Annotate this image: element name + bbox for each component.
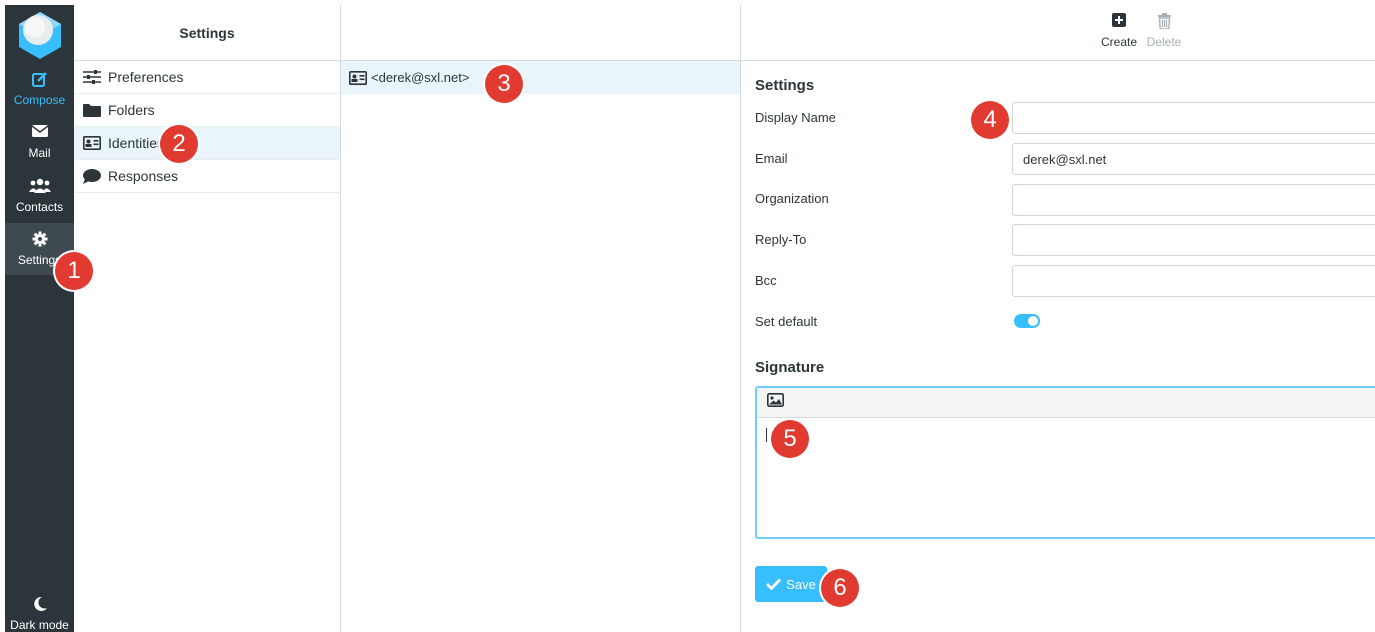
text-caret (766, 428, 767, 442)
insert-image-icon[interactable] (767, 393, 784, 412)
users-icon (5, 178, 74, 198)
organization-label: Organization (755, 191, 829, 206)
nav-compose-label: Compose (13, 93, 66, 107)
reply-to-input[interactable] (1012, 224, 1375, 256)
signature-text-area[interactable] (757, 418, 1375, 536)
settings-item-folders[interactable]: Folders (74, 94, 340, 127)
step-marker-5: 5 (771, 420, 809, 458)
step-marker-4: 4 (971, 101, 1009, 139)
settings-list-panel: Settings Preferences Folders Identities … (74, 5, 341, 632)
save-label: Save (786, 576, 816, 592)
settings-list-title: Settings (74, 5, 340, 61)
organization-input[interactable] (1012, 184, 1375, 216)
app-logo[interactable] (15, 9, 65, 59)
identity-editor-panel: Create Delete Settings Display Name Emai… (741, 5, 1375, 632)
create-button[interactable]: Create (1099, 13, 1139, 49)
identity-row[interactable]: <derek@sxl.net> (341, 61, 740, 94)
signature-editor (755, 386, 1375, 539)
reply-to-label: Reply-To (755, 232, 807, 247)
form-section-title: Settings (755, 77, 815, 94)
settings-item-label: Preferences (108, 69, 184, 85)
settings-item-label: Folders (108, 102, 155, 118)
folder-icon (82, 103, 102, 117)
moon-icon (5, 596, 74, 616)
nav-mail[interactable]: Mail (5, 116, 74, 168)
nav-contacts[interactable]: Contacts (5, 170, 74, 222)
delete-button[interactable]: Delete (1144, 13, 1184, 49)
dark-mode-toggle[interactable]: Dark mode (5, 588, 74, 632)
envelope-icon (5, 124, 74, 144)
nav-contacts-label: Contacts (15, 200, 64, 214)
plus-square-icon (1099, 13, 1139, 35)
settings-item-preferences[interactable]: Preferences (74, 61, 340, 94)
settings-item-label: Identities (108, 135, 165, 151)
step-marker-3: 3 (485, 65, 523, 103)
set-default-toggle[interactable] (1014, 314, 1040, 328)
main-nav: Compose Mail Contacts Settings Dark mode (5, 5, 74, 632)
nav-mail-label: Mail (28, 146, 51, 160)
display-name-input[interactable] (1012, 102, 1375, 134)
settings-item-responses[interactable]: Responses (74, 160, 340, 193)
gear-icon (5, 231, 74, 251)
signature-title: Signature (755, 359, 825, 376)
settings-item-identities[interactable]: Identities (74, 127, 340, 160)
step-marker-2: 2 (160, 125, 198, 163)
bcc-label: Bcc (755, 273, 777, 288)
id-card-icon (349, 70, 367, 85)
display-name-label: Display Name (755, 110, 836, 125)
bcc-input[interactable] (1012, 265, 1375, 297)
identity-label: <derek@sxl.net> (371, 70, 470, 85)
trash-icon (1144, 13, 1184, 35)
email-input[interactable] (1012, 143, 1375, 175)
create-label: Create (1100, 35, 1138, 49)
identities-list-header (341, 5, 740, 61)
dark-mode-label: Dark mode (10, 618, 69, 632)
toolbar: Create Delete (741, 5, 1375, 61)
sliders-icon (82, 70, 102, 84)
step-marker-6: 6 (821, 569, 859, 607)
compose-icon (5, 71, 74, 91)
id-card-icon (82, 136, 102, 150)
settings-item-label: Responses (108, 168, 179, 184)
identities-list-panel: <derek@sxl.net> (341, 5, 741, 632)
save-button[interactable]: Save (755, 566, 827, 602)
signature-editor-toolbar (757, 388, 1375, 418)
comment-icon (82, 168, 102, 184)
step-marker-1: 1 (55, 252, 93, 290)
delete-label: Delete (1146, 35, 1182, 49)
set-default-label: Set default (755, 314, 818, 329)
email-label: Email (755, 151, 788, 166)
check-icon (766, 578, 782, 590)
nav-compose[interactable]: Compose (5, 63, 74, 115)
